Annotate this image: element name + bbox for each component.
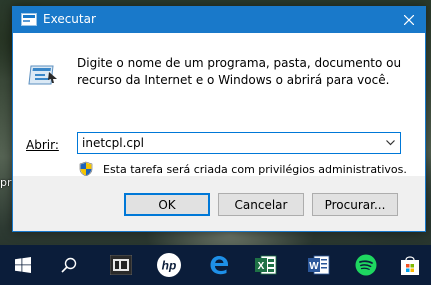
open-input[interactable] <box>78 133 378 153</box>
svg-text:W: W <box>309 261 319 272</box>
open-label-text: Abrir: <box>26 138 59 152</box>
close-button[interactable] <box>393 7 425 33</box>
taskbar-word-app[interactable]: W <box>296 245 342 285</box>
start-button[interactable] <box>0 245 46 285</box>
taskbar-spotify-app[interactable] <box>343 245 389 285</box>
title-bar[interactable]: Executar <box>13 7 425 33</box>
run-app-icon <box>21 13 37 26</box>
taskbar-excel-app[interactable]: X <box>243 245 289 285</box>
search-button[interactable] <box>46 245 92 285</box>
open-combobox[interactable] <box>77 132 401 154</box>
dialog-content: Digite o nome de um programa, pasta, doc… <box>13 33 425 177</box>
search-icon <box>61 257 77 273</box>
dialog-title: Executar <box>43 12 96 26</box>
run-icon <box>28 65 57 85</box>
browse-button-label: Procurar... <box>324 197 386 212</box>
close-icon <box>404 15 414 25</box>
taskbar-hp-app[interactable]: hp <box>146 245 192 285</box>
film-icon <box>110 255 132 275</box>
admin-privileges-note: Esta tarefa será criada com privilégios … <box>103 163 407 176</box>
browse-button[interactable]: Procurar... <box>312 193 398 216</box>
svg-text:hp: hp <box>162 259 177 273</box>
store-icon <box>401 256 419 275</box>
taskbar-film-app[interactable] <box>98 245 144 285</box>
open-dropdown-button[interactable] <box>380 133 400 153</box>
dialog-footer: OK Cancelar Procurar... <box>13 176 425 231</box>
word-icon: W <box>308 255 330 275</box>
taskbar-store-app[interactable] <box>387 245 431 285</box>
excel-icon: X <box>255 255 277 275</box>
svg-text:X: X <box>258 261 265 272</box>
hp-logo-icon: hp <box>157 253 181 277</box>
spotify-icon <box>355 254 377 276</box>
ok-button[interactable]: OK <box>124 193 210 216</box>
uac-shield-icon <box>79 161 93 177</box>
dialog-description: Digite o nome de um programa, pasta, doc… <box>77 56 402 87</box>
taskbar: hp X W <box>0 245 431 285</box>
taskbar-edge-app[interactable] <box>196 245 242 285</box>
open-label: Abrir: <box>26 138 59 152</box>
run-dialog: Executar Digite o nome de um programa, p… <box>12 6 426 232</box>
chevron-down-icon <box>385 140 395 146</box>
desktop-partial-text: pr <box>0 176 12 189</box>
cancel-button[interactable]: Cancelar <box>218 193 304 216</box>
windows-logo-icon <box>15 257 31 273</box>
edge-icon <box>210 256 228 275</box>
